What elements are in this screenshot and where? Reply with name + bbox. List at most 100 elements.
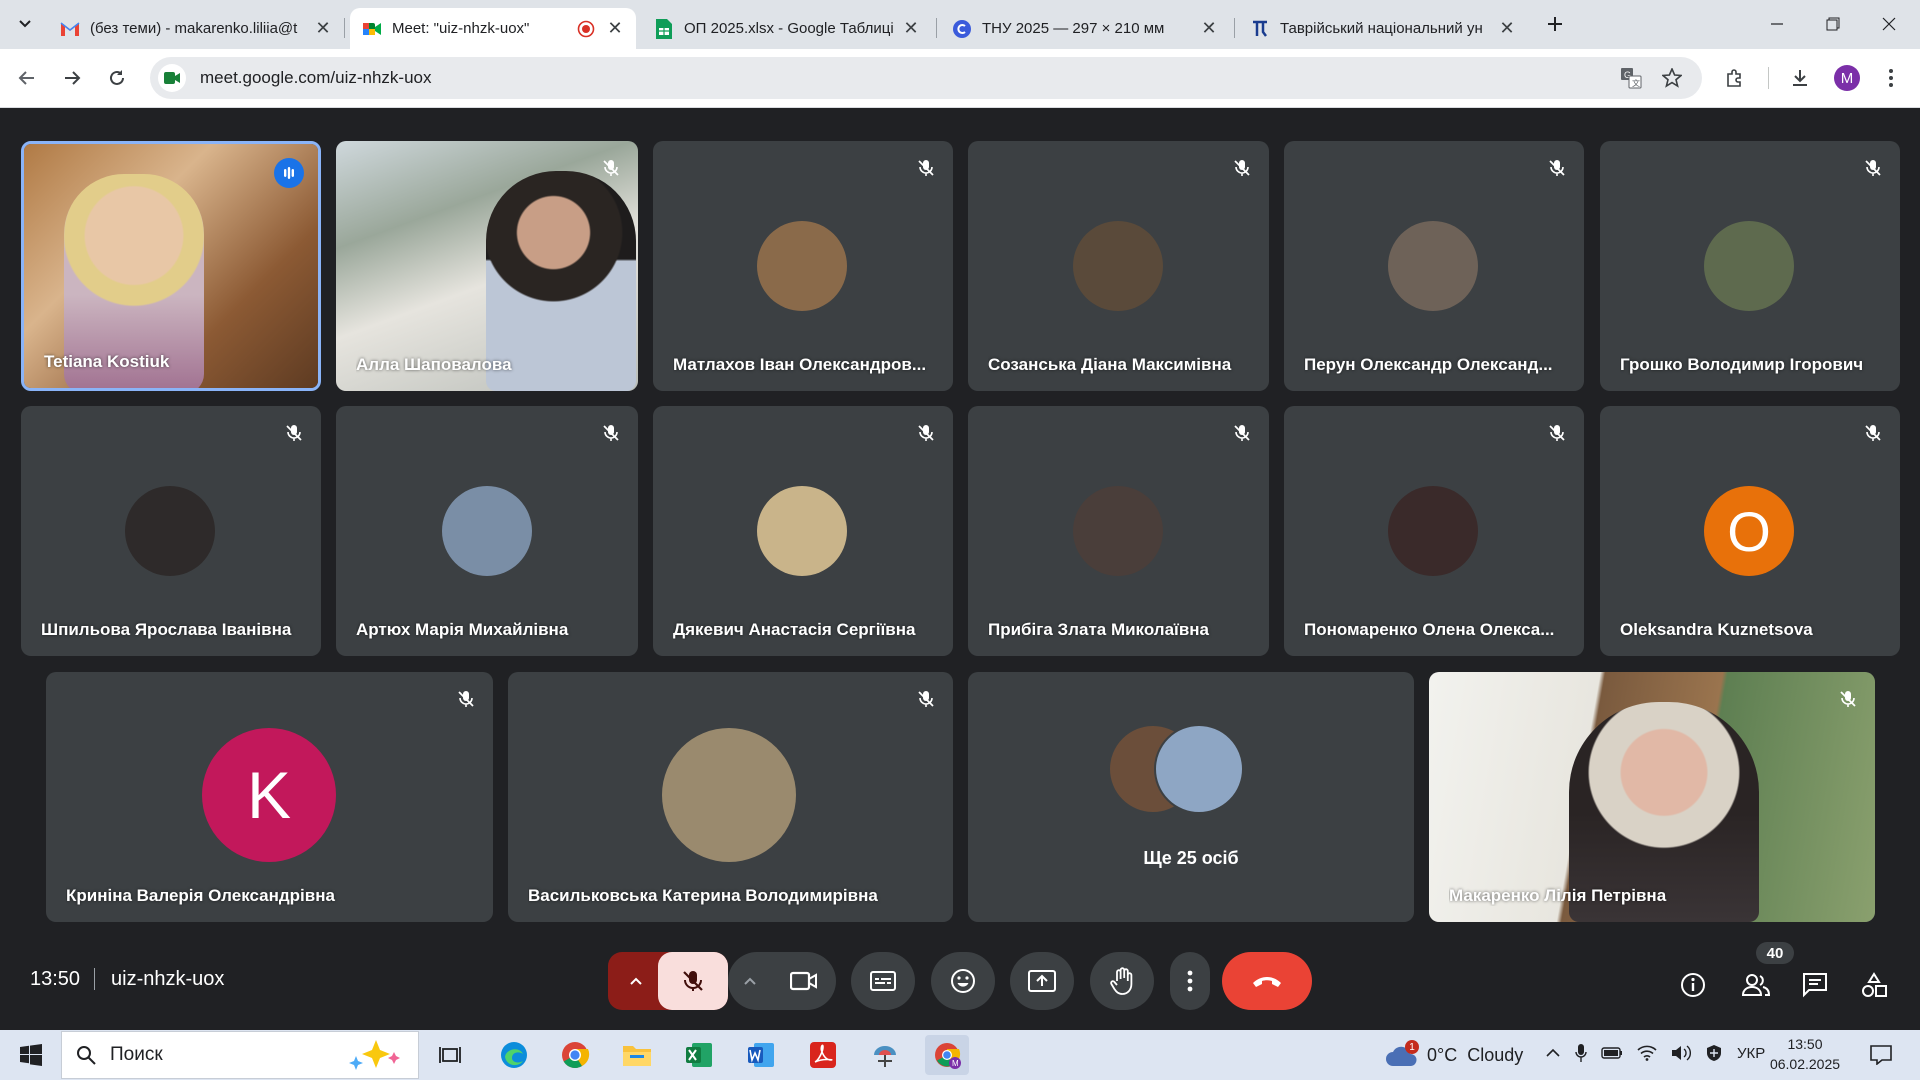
edge-taskbar-icon[interactable]: [492, 1035, 536, 1075]
new-tab-button[interactable]: [1532, 6, 1578, 42]
bookmark-button[interactable]: [1655, 61, 1689, 95]
close-icon[interactable]: ✕: [898, 16, 924, 42]
minimize-button[interactable]: [1754, 6, 1800, 42]
wifi-icon[interactable]: [1637, 1045, 1657, 1061]
mic-off-icon: [683, 971, 703, 991]
taskbar-clock[interactable]: 13:50 06.02.2025: [1768, 1034, 1842, 1074]
reactions-button[interactable]: [931, 952, 995, 1010]
meeting-details-button[interactable]: [1676, 968, 1710, 1002]
address-bar[interactable]: meet.google.com/uiz-nhzk-uox: [150, 57, 1702, 99]
unmute-button[interactable]: [658, 952, 728, 1010]
raise-hand-button[interactable]: [1090, 952, 1154, 1010]
participant-avatar: K: [202, 728, 336, 862]
close-icon[interactable]: ✕: [602, 16, 628, 42]
participant-tile[interactable]: Артюх Марія Михайлівна: [336, 406, 638, 656]
more-options-button[interactable]: [1170, 952, 1210, 1010]
tab-canva[interactable]: ТНУ 2025 — 297 × 210 мм ✕: [940, 8, 1230, 49]
participant-tile[interactable]: Дякевич Анастасія Сергіївна: [653, 406, 953, 656]
cloud-icon: 1: [1385, 1040, 1419, 1068]
participant-tile[interactable]: Алла Шаповалова: [336, 141, 638, 391]
language-indicator[interactable]: УКР: [1737, 1045, 1765, 1062]
participant-tile[interactable]: Пономаренко Олена Олекса...: [1284, 406, 1584, 656]
chat-button[interactable]: [1798, 968, 1832, 1002]
back-button[interactable]: [10, 61, 44, 95]
more-participants-tile[interactable]: Ще 25 осіб: [968, 672, 1414, 922]
extensions-button[interactable]: [1718, 61, 1752, 95]
video-options-button[interactable]: [728, 952, 772, 1010]
downloads-button[interactable]: [1783, 61, 1817, 95]
participant-tile[interactable]: Шпильова Ярослава Іванівна: [21, 406, 321, 656]
chrome-taskbar-icon[interactable]: [553, 1035, 597, 1075]
people-icon: [1741, 974, 1771, 996]
university-icon: [1250, 19, 1270, 39]
mic-off-icon: [1833, 684, 1863, 714]
close-window-button[interactable]: [1866, 6, 1912, 42]
app-taskbar-icon[interactable]: [863, 1035, 907, 1075]
tab-meet[interactable]: Meet: "uiz-nhzk-uox" ✕: [350, 8, 636, 49]
svg-text:M: M: [952, 1059, 959, 1068]
word-taskbar-icon[interactable]: [739, 1035, 783, 1075]
participant-tile[interactable]: Tetiana Kostiuk: [21, 141, 321, 391]
leave-call-button[interactable]: [1222, 952, 1312, 1010]
translate-button[interactable]: G文: [1614, 61, 1648, 95]
tab-divider: [344, 18, 345, 38]
participant-tile[interactable]: Макаренко Лілія Петрівна: [1429, 672, 1875, 922]
mic-off-icon: [1858, 153, 1888, 183]
audio-options-button[interactable]: [608, 952, 664, 1010]
tab-title: Meet: "uiz-nhzk-uox": [392, 20, 530, 37]
participant-tile[interactable]: Перун Олександр Олександ...: [1284, 141, 1584, 391]
profile-button[interactable]: M: [1830, 61, 1864, 95]
weather-widget[interactable]: 1 0°C Cloudy: [1385, 1040, 1523, 1068]
acrobat-taskbar-icon[interactable]: [801, 1035, 845, 1075]
volume-icon[interactable]: [1671, 1045, 1691, 1061]
tab-university[interactable]: Таврійський національний ун ✕: [1238, 8, 1528, 49]
reload-button[interactable]: [100, 61, 134, 95]
battery-icon[interactable]: [1601, 1047, 1623, 1059]
participant-avatar: [1388, 486, 1478, 576]
close-icon[interactable]: ✕: [310, 16, 336, 42]
tab-sheets[interactable]: ОП 2025.xlsx - Google Таблиці ✕: [642, 8, 932, 49]
participant-tile[interactable]: Васильковська Катерина Володимирівна: [508, 672, 953, 922]
notifications-button[interactable]: [1858, 1035, 1904, 1075]
participant-avatar: [757, 221, 847, 311]
participant-name: Криніна Валерія Олександрівна: [66, 886, 335, 905]
close-icon[interactable]: ✕: [1196, 16, 1222, 42]
task-view-button[interactable]: [428, 1035, 472, 1075]
participant-tile[interactable]: Матлахов Іван Олександров...: [653, 141, 953, 391]
mic-off-icon: [1227, 418, 1257, 448]
excel-taskbar-icon[interactable]: [677, 1035, 721, 1075]
participant-tile[interactable]: O Oleksandra Kuznetsova: [1600, 406, 1900, 656]
participant-tile[interactable]: K Криніна Валерія Олександрівна: [46, 672, 493, 922]
participant-tile[interactable]: Грошко Володимир Ігорович: [1600, 141, 1900, 391]
chevron-up-icon[interactable]: [1545, 1048, 1561, 1058]
participant-avatar: [1388, 221, 1478, 311]
participant-tile[interactable]: Созанська Діана Максимівна: [968, 141, 1269, 391]
close-icon[interactable]: ✕: [1494, 16, 1520, 42]
shield-icon[interactable]: [1705, 1044, 1723, 1062]
file-explorer-taskbar-icon[interactable]: [615, 1035, 659, 1075]
task-view-icon: [439, 1047, 461, 1063]
camera-button[interactable]: [772, 952, 836, 1010]
participant-avatar: [1154, 724, 1244, 814]
participant-tile[interactable]: Прибіга Злата Миколаївна: [968, 406, 1269, 656]
microphone-icon[interactable]: [1575, 1043, 1587, 1063]
taskbar-search-input[interactable]: Поиск: [61, 1031, 419, 1079]
participant-name: Макаренко Лілія Петрівна: [1449, 886, 1667, 905]
tab-search-button[interactable]: [2, 6, 48, 42]
participant-avatar: [1073, 486, 1163, 576]
captions-button[interactable]: [851, 952, 915, 1010]
tab-gmail[interactable]: (без теми) - makarenko.liliia@t ✕: [48, 8, 344, 49]
present-screen-button[interactable]: [1010, 952, 1074, 1010]
taskbar-date: 06.02.2025: [1769, 1056, 1841, 1072]
people-button[interactable]: [1738, 968, 1774, 1002]
participant-name: Перун Олександр Олександ...: [1304, 355, 1553, 374]
activities-button[interactable]: [1857, 968, 1891, 1002]
restore-button[interactable]: [1810, 6, 1856, 42]
start-button[interactable]: [8, 1035, 54, 1075]
chrome-profile-taskbar-icon[interactable]: M: [925, 1035, 969, 1075]
forward-button[interactable]: [55, 61, 89, 95]
windows-taskbar: Поиск M 1 0°C Cloudy УКР 13:50 06.02.202…: [0, 1030, 1920, 1080]
site-info-icon[interactable]: [158, 64, 186, 92]
participant-name: Прибіга Злата Миколаївна: [988, 620, 1210, 639]
browser-menu-button[interactable]: [1874, 61, 1908, 95]
